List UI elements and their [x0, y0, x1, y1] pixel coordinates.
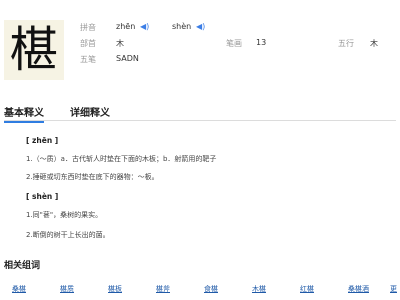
speaker-icon[interactable]: ◀) [196, 22, 205, 31]
tab-basic[interactable]: 基本释义 [4, 104, 44, 123]
related-word-link[interactable]: 食椹 [204, 284, 218, 294]
related-words-title: 相关组词 [4, 261, 41, 271]
related-word-link[interactable]: 更 [390, 284, 397, 294]
pinyin-row: 拼音 zhēn ◀) shèn ◀) [80, 22, 400, 36]
speaker-icon[interactable]: ◀) [140, 22, 149, 31]
related-word-link[interactable]: 桑椹 [12, 284, 26, 294]
wubi-value: SADN [116, 54, 139, 63]
radical-label: 部首 [80, 39, 96, 48]
radical-value: 木 [116, 39, 124, 48]
main-character: 椹 [9, 22, 58, 78]
related-word-link[interactable]: 椹板 [108, 284, 122, 294]
character-box: 椹 [4, 20, 64, 80]
wubi-label: 五笔 [80, 55, 96, 64]
pinyin-heading: [ shèn ] [26, 192, 59, 201]
pinyin-label: 拼音 [80, 23, 96, 32]
strokes-value: 13 [256, 38, 267, 47]
definition-tabs: 基本释义 详细释义 [4, 100, 396, 123]
pinyin-zhen: zhēn [116, 22, 136, 31]
wuxing-label: 五行 [338, 39, 354, 48]
wuxing-value: 木 [370, 39, 378, 48]
related-word-link[interactable]: 桑椹酒 [348, 284, 369, 294]
pinyin-heading: [ zhēn ] [26, 136, 59, 145]
definition-item: 2.断倒的树干上长出的菌。 [26, 231, 110, 239]
tab-detail[interactable]: 详细释义 [70, 104, 110, 119]
related-words-list: 桑椹 椹质 椹板 椹斧 食椹 木椹 红椹 桑椹酒 更 [12, 284, 400, 296]
definition-item: 1.同"葚"，桑树的果实。 [26, 211, 103, 219]
related-word-link[interactable]: 红椹 [300, 284, 314, 294]
pinyin-shen: shèn [172, 22, 192, 31]
related-word-link[interactable]: 木椹 [252, 284, 266, 294]
related-word-link[interactable]: 椹质 [60, 284, 74, 294]
wubi-row: 五笔 SADN [80, 54, 400, 68]
related-word-link[interactable]: 椹斧 [156, 284, 170, 294]
strokes-label: 笔画 [226, 39, 242, 48]
definition-item: 1.（～质）a．古代斩人时垫在下面的木板；b．射箭用的靶子 [26, 155, 217, 163]
radical-row: 部首 木 笔画 13 五行 木 [80, 38, 400, 52]
definition-item: 2.捶砸或切东西时垫在底下的器物：～板。 [26, 173, 159, 181]
